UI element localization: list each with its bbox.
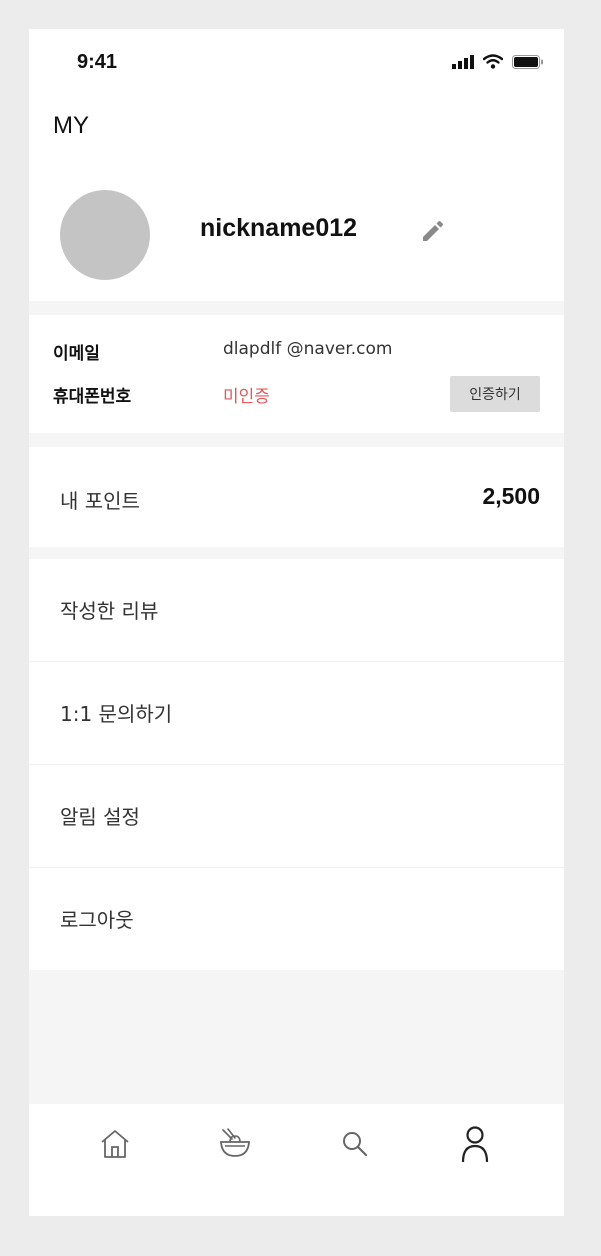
tab-search[interactable]	[331, 1120, 379, 1168]
bowl-icon	[220, 1128, 250, 1157]
points-value: 2,500	[482, 483, 540, 509]
phone-label: 휴대폰번호	[53, 387, 132, 407]
signal-icon	[451, 54, 474, 69]
menu-item-label: 작성한 리뷰	[60, 599, 159, 623]
points-section[interactable]: 내 포인트 2,500	[29, 447, 564, 547]
tab-food[interactable]	[211, 1120, 259, 1168]
pencil-icon[interactable]	[419, 217, 445, 247]
phone-screen: 9:41 MY nickname012 이메일 dlapdlf @naver.c…	[29, 29, 564, 1216]
menu-item-logout[interactable]: 로그아웃	[29, 868, 564, 970]
profile-section: nickname012	[29, 155, 564, 301]
home-icon	[101, 1130, 129, 1158]
menu-item-my-reviews[interactable]: 작성한 리뷰	[29, 559, 564, 662]
page-header: MY	[29, 95, 564, 155]
verify-phone-button[interactable]: 인증하기	[450, 376, 540, 412]
menu-list: 작성한 리뷰 1:1 문의하기 알림 설정 로그아웃	[29, 559, 564, 970]
account-info-section: 이메일 dlapdlf @naver.com 휴대폰번호 미인증 인증하기	[29, 315, 564, 433]
search-icon	[343, 1132, 368, 1157]
page-title: MY	[53, 112, 89, 139]
battery-icon	[512, 54, 543, 69]
avatar[interactable]	[60, 190, 150, 280]
menu-item-notification-settings[interactable]: 알림 설정	[29, 765, 564, 868]
status-icons	[448, 51, 544, 70]
email-label: 이메일	[53, 344, 100, 364]
email-value: dlapdlf @naver.com	[223, 339, 393, 359]
tab-my[interactable]	[451, 1120, 499, 1168]
menu-item-inquiry[interactable]: 1:1 문의하기	[29, 662, 564, 765]
status-time: 9:41	[77, 51, 118, 73]
bottom-tab-bar	[29, 1104, 564, 1216]
menu-item-label: 알림 설정	[60, 805, 140, 829]
phone-status: 미인증	[223, 387, 270, 407]
status-bar: 9:41	[29, 29, 564, 95]
person-icon	[461, 1126, 489, 1163]
menu-item-label: 1:1 문의하기	[60, 702, 173, 726]
wifi-icon	[482, 54, 503, 69]
menu-item-label: 로그아웃	[60, 908, 134, 932]
tab-home[interactable]	[91, 1120, 139, 1168]
nickname: nickname012	[200, 214, 358, 242]
points-label: 내 포인트	[60, 489, 140, 513]
